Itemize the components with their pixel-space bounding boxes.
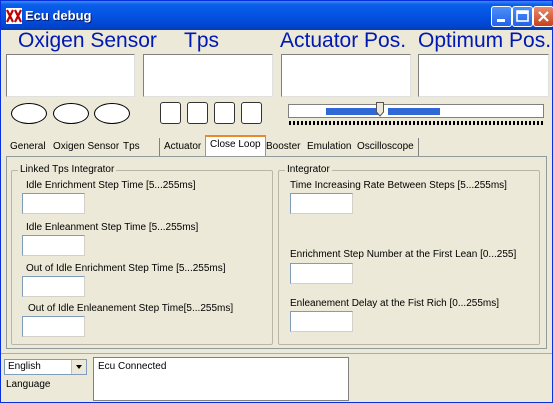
idle-enrichment-label: Idle Enrichment Step Time [5...255ms]: [26, 180, 196, 191]
dropdown-arrow-button[interactable]: [71, 360, 86, 374]
slider-thumb-icon[interactable]: [376, 102, 384, 117]
indicator-box: [160, 102, 181, 124]
title-bar[interactable]: Ecu debug: [1, 1, 553, 30]
out-of-idle-enrichment-input[interactable]: [22, 276, 85, 297]
tab-tps[interactable]: Tps: [119, 138, 160, 156]
actuator-pos-display: [281, 54, 411, 97]
indicator-lamp: [11, 103, 47, 124]
enrichment-step-number-input[interactable]: [290, 263, 353, 284]
tab-emulation[interactable]: Emulation: [303, 138, 357, 156]
status-log: Ecu Connected: [93, 357, 349, 401]
tab-general[interactable]: General: [6, 138, 51, 156]
enleanement-delay-label: Enleanement Delay at the Fist Rich [0...…: [290, 298, 499, 309]
idle-enleanment-input[interactable]: [22, 235, 85, 256]
indicator-box: [214, 102, 235, 124]
indicator-lamp: [94, 103, 130, 124]
group-title: Linked Tps Integrator: [18, 164, 117, 175]
tab-oscilloscope[interactable]: Oscilloscope: [353, 138, 419, 156]
close-button[interactable]: [533, 6, 553, 27]
indicator-box: [241, 102, 262, 124]
position-slider[interactable]: [285, 102, 546, 129]
enrichment-step-number-label: Enrichment Step Number at the First Lean…: [290, 249, 517, 260]
idle-enleanment-label: Idle Enleanment Step Time [5...255ms]: [26, 222, 199, 233]
app-logo-icon: [6, 8, 22, 24]
linked-tps-integrator-group: Linked Tps Integrator Idle Enrichment St…: [11, 164, 273, 345]
tab-oxigen-sensor[interactable]: Oxigen Sensor: [49, 138, 125, 156]
tab-booster[interactable]: Booster: [262, 138, 306, 156]
oxigen-sensor-header: Oxigen Sensor: [18, 29, 157, 52]
actuator-pos-header: Actuator Pos.: [280, 29, 407, 52]
minimize-icon: [497, 19, 505, 22]
close-icon: [538, 11, 549, 22]
tps-display: [143, 54, 273, 97]
tab-actuator[interactable]: Actuator: [160, 138, 207, 156]
out-of-idle-enleanement-input[interactable]: [22, 316, 85, 337]
close-loop-panel: Linked Tps Integrator Idle Enrichment St…: [6, 156, 547, 349]
slider-bar-right: [388, 108, 440, 115]
status-text: Ecu Connected: [98, 361, 167, 372]
slider-track: [288, 104, 544, 118]
ecu-debug-window: Ecu debug Oxigen Sensor Tps Actuator Pos…: [0, 0, 553, 403]
optimum-pos-header: Optimum Pos.: [418, 29, 552, 52]
idle-enrichment-input[interactable]: [22, 193, 85, 214]
maximize-button[interactable]: [512, 6, 533, 27]
chevron-down-icon: [76, 365, 82, 369]
enleanement-delay-input[interactable]: [290, 311, 353, 332]
optimum-pos-display: [418, 54, 549, 97]
tab-close-loop[interactable]: Close Loop: [205, 135, 266, 156]
out-of-idle-enrichment-label: Out of Idle Enrichment Step Time [5...25…: [26, 263, 226, 274]
slider-ticks: [289, 121, 545, 125]
group-title: Integrator: [285, 164, 332, 175]
integrator-group: Integrator Time Increasing Rate Between …: [278, 164, 540, 345]
time-increasing-rate-input[interactable]: [290, 193, 353, 214]
window-title: Ecu debug: [25, 8, 92, 23]
indicator-lamp: [53, 103, 89, 124]
indicator-box: [187, 102, 208, 124]
minimize-button[interactable]: [491, 6, 512, 27]
language-value: English: [8, 361, 41, 372]
out-of-idle-enleanement-label: Out of Idle Enleanement Step Time[5...25…: [28, 303, 234, 314]
time-increasing-rate-label: Time Increasing Rate Between Steps [5...…: [290, 180, 507, 191]
language-label: Language: [6, 379, 51, 390]
language-select[interactable]: English: [4, 359, 87, 375]
oxigen-sensor-display: [6, 54, 135, 97]
slider-bar-left: [326, 108, 379, 115]
maximize-icon: [516, 10, 529, 22]
tps-header: Tps: [184, 29, 220, 52]
